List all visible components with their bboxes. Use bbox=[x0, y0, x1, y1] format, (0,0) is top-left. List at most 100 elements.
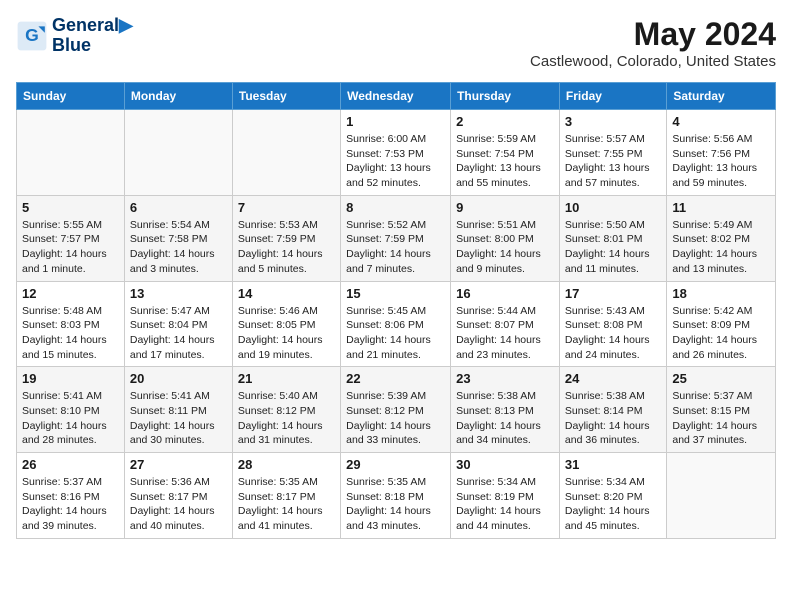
title-block: May 2024 Castlewood, Colorado, United St… bbox=[530, 16, 776, 70]
calendar-cell: 29Sunrise: 5:35 AM Sunset: 8:18 PM Dayli… bbox=[341, 453, 451, 539]
calendar-week-row: 1Sunrise: 6:00 AM Sunset: 7:53 PM Daylig… bbox=[17, 110, 776, 196]
day-info: Sunrise: 5:35 AM Sunset: 8:17 PM Dayligh… bbox=[238, 475, 335, 534]
day-number: 18 bbox=[672, 286, 770, 301]
calendar-cell: 12Sunrise: 5:48 AM Sunset: 8:03 PM Dayli… bbox=[17, 281, 125, 367]
day-info: Sunrise: 5:53 AM Sunset: 7:59 PM Dayligh… bbox=[238, 218, 335, 277]
day-of-week-header: Tuesday bbox=[232, 83, 340, 110]
day-info: Sunrise: 5:55 AM Sunset: 7:57 PM Dayligh… bbox=[22, 218, 119, 277]
calendar-cell: 16 Sunrise: 5:44 AM Sunset: 8:07 PM Dayli… bbox=[451, 281, 560, 367]
day-number: 23 bbox=[456, 371, 554, 386]
day-info: Sunrise: 5:51 AM Sunset: 8:00 PM Dayligh… bbox=[456, 218, 554, 277]
calendar-cell: 5 Sunrise: 5:55 AM Sunset: 7:57 PM Daylig… bbox=[17, 195, 125, 281]
day-info: Sunrise: 5:44 AM Sunset: 8:07 PM Dayligh… bbox=[456, 304, 554, 363]
day-of-week-header: Wednesday bbox=[341, 83, 451, 110]
calendar-cell: 30Sunrise: 5:34 AM Sunset: 8:19 PM Dayli… bbox=[451, 453, 560, 539]
calendar-cell: 17 Sunrise: 5:43 AM Sunset: 8:08 PM Dayli… bbox=[559, 281, 666, 367]
calendar-week-row: 5 Sunrise: 5:55 AM Sunset: 7:57 PM Daylig… bbox=[17, 195, 776, 281]
page-header: G General▶ Blue May 2024 Castlewood, Col… bbox=[16, 16, 776, 70]
day-of-week-header: Monday bbox=[124, 83, 232, 110]
calendar-cell: 24 Sunrise: 5:38 AM Sunset: 8:14 PM Dayli… bbox=[559, 367, 666, 453]
day-info: Sunrise: 5:42 AM Sunset: 8:09 PM Dayligh… bbox=[672, 304, 770, 363]
day-info: Sunrise: 5:38 AM Sunset: 8:14 PM Dayligh… bbox=[565, 389, 661, 448]
day-number: 5 bbox=[22, 200, 119, 215]
calendar-cell: 10 Sunrise: 5:50 AM Sunset: 8:01 PM Dayli… bbox=[559, 195, 666, 281]
day-info: Sunrise: 5:59 AM Sunset: 7:54 PM Dayligh… bbox=[456, 132, 554, 191]
calendar-cell bbox=[17, 110, 125, 196]
day-info: Sunrise: 5:41 AM Sunset: 8:11 PM Dayligh… bbox=[130, 389, 227, 448]
calendar-cell: 2 Sunrise: 5:59 AM Sunset: 7:54 PM Daylig… bbox=[451, 110, 560, 196]
calendar-week-row: 19 Sunrise: 5:41 AM Sunset: 8:10 PM Dayli… bbox=[17, 367, 776, 453]
day-info: Sunrise: 5:56 AM Sunset: 7:56 PM Dayligh… bbox=[672, 132, 770, 191]
day-info: Sunrise: 5:34 AM Sunset: 8:20 PM Dayligh… bbox=[565, 475, 661, 534]
day-info: Sunrise: 5:40 AM Sunset: 8:12 PM Dayligh… bbox=[238, 389, 335, 448]
logo: G General▶ Blue bbox=[16, 16, 133, 56]
calendar-cell: 23 Sunrise: 5:38 AM Sunset: 8:13 PM Dayli… bbox=[451, 367, 560, 453]
day-info: Sunrise: 5:45 AM Sunset: 8:06 PM Dayligh… bbox=[346, 304, 445, 363]
day-number: 19 bbox=[22, 371, 119, 386]
calendar-cell: 31Sunrise: 5:34 AM Sunset: 8:20 PM Dayli… bbox=[559, 453, 666, 539]
day-number: 26 bbox=[22, 457, 119, 472]
day-of-week-header: Thursday bbox=[451, 83, 560, 110]
calendar-cell: 6 Sunrise: 5:54 AM Sunset: 7:58 PM Daylig… bbox=[124, 195, 232, 281]
day-info: Sunrise: 5:50 AM Sunset: 8:01 PM Dayligh… bbox=[565, 218, 661, 277]
day-info: Sunrise: 5:49 AM Sunset: 8:02 PM Dayligh… bbox=[672, 218, 770, 277]
day-number: 14 bbox=[238, 286, 335, 301]
day-info: Sunrise: 5:57 AM Sunset: 7:55 PM Dayligh… bbox=[565, 132, 661, 191]
logo-icon: G bbox=[16, 20, 48, 52]
day-number: 17 bbox=[565, 286, 661, 301]
day-info: Sunrise: 5:43 AM Sunset: 8:08 PM Dayligh… bbox=[565, 304, 661, 363]
calendar-header-row: SundayMondayTuesdayWednesdayThursdayFrid… bbox=[17, 83, 776, 110]
day-info: Sunrise: 6:00 AM Sunset: 7:53 PM Dayligh… bbox=[346, 132, 445, 191]
day-number: 22 bbox=[346, 371, 445, 386]
calendar-cell: 14 Sunrise: 5:46 AM Sunset: 8:05 PM Dayli… bbox=[232, 281, 340, 367]
day-number: 7 bbox=[238, 200, 335, 215]
calendar-cell: 26 Sunrise: 5:37 AM Sunset: 8:16 PM Dayli… bbox=[17, 453, 125, 539]
calendar-cell: 21 Sunrise: 5:40 AM Sunset: 8:12 PM Dayli… bbox=[232, 367, 340, 453]
calendar-cell bbox=[232, 110, 340, 196]
day-number: 4 bbox=[672, 114, 770, 129]
day-number: 20 bbox=[130, 371, 227, 386]
calendar-cell: 28 Sunrise: 5:35 AM Sunset: 8:17 PM Dayli… bbox=[232, 453, 340, 539]
day-number: 6 bbox=[130, 200, 227, 215]
day-info: Sunrise: 5:38 AM Sunset: 8:13 PM Dayligh… bbox=[456, 389, 554, 448]
day-number: 16 bbox=[456, 286, 554, 301]
day-info: Sunrise: 5:47 AM Sunset: 8:04 PM Dayligh… bbox=[130, 304, 227, 363]
calendar-cell: 1Sunrise: 6:00 AM Sunset: 7:53 PM Daylig… bbox=[341, 110, 451, 196]
calendar-cell: 20 Sunrise: 5:41 AM Sunset: 8:11 PM Dayli… bbox=[124, 367, 232, 453]
day-info: Sunrise: 5:54 AM Sunset: 7:58 PM Dayligh… bbox=[130, 218, 227, 277]
day-info: Sunrise: 5:36 AM Sunset: 8:17 PM Dayligh… bbox=[130, 475, 227, 534]
day-info: Sunrise: 5:37 AM Sunset: 8:16 PM Dayligh… bbox=[22, 475, 119, 534]
calendar-cell: 19 Sunrise: 5:41 AM Sunset: 8:10 PM Dayli… bbox=[17, 367, 125, 453]
day-number: 15 bbox=[346, 286, 445, 301]
day-number: 27 bbox=[130, 457, 227, 472]
logo-text: General▶ Blue bbox=[52, 16, 133, 56]
calendar-week-row: 26 Sunrise: 5:37 AM Sunset: 8:16 PM Dayli… bbox=[17, 453, 776, 539]
calendar-cell: 15 Sunrise: 5:45 AM Sunset: 8:06 PM Dayli… bbox=[341, 281, 451, 367]
calendar-cell: 7 Sunrise: 5:53 AM Sunset: 7:59 PM Daylig… bbox=[232, 195, 340, 281]
calendar-week-row: 12Sunrise: 5:48 AM Sunset: 8:03 PM Dayli… bbox=[17, 281, 776, 367]
day-number: 13 bbox=[130, 286, 227, 301]
svg-text:G: G bbox=[25, 25, 39, 45]
day-info: Sunrise: 5:41 AM Sunset: 8:10 PM Dayligh… bbox=[22, 389, 119, 448]
day-number: 21 bbox=[238, 371, 335, 386]
calendar-table: SundayMondayTuesdayWednesdayThursdayFrid… bbox=[16, 82, 776, 539]
day-info: Sunrise: 5:39 AM Sunset: 8:12 PM Dayligh… bbox=[346, 389, 445, 448]
day-number: 9 bbox=[456, 200, 554, 215]
calendar-cell: 22 Sunrise: 5:39 AM Sunset: 8:12 PM Dayli… bbox=[341, 367, 451, 453]
day-number: 10 bbox=[565, 200, 661, 215]
calendar-cell: 8Sunrise: 5:52 AM Sunset: 7:59 PM Daylig… bbox=[341, 195, 451, 281]
day-info: Sunrise: 5:46 AM Sunset: 8:05 PM Dayligh… bbox=[238, 304, 335, 363]
calendar-cell: 18 Sunrise: 5:42 AM Sunset: 8:09 PM Dayli… bbox=[667, 281, 776, 367]
calendar-cell: 3Sunrise: 5:57 AM Sunset: 7:55 PM Daylig… bbox=[559, 110, 666, 196]
calendar-cell bbox=[124, 110, 232, 196]
day-number: 29 bbox=[346, 457, 445, 472]
day-number: 28 bbox=[238, 457, 335, 472]
day-info: Sunrise: 5:34 AM Sunset: 8:19 PM Dayligh… bbox=[456, 475, 554, 534]
day-number: 12 bbox=[22, 286, 119, 301]
day-number: 24 bbox=[565, 371, 661, 386]
calendar-cell: 4 Sunrise: 5:56 AM Sunset: 7:56 PM Daylig… bbox=[667, 110, 776, 196]
calendar-cell: 27 Sunrise: 5:36 AM Sunset: 8:17 PM Dayli… bbox=[124, 453, 232, 539]
calendar-cell: 25Sunrise: 5:37 AM Sunset: 8:15 PM Dayli… bbox=[667, 367, 776, 453]
day-of-week-header: Saturday bbox=[667, 83, 776, 110]
day-number: 2 bbox=[456, 114, 554, 129]
